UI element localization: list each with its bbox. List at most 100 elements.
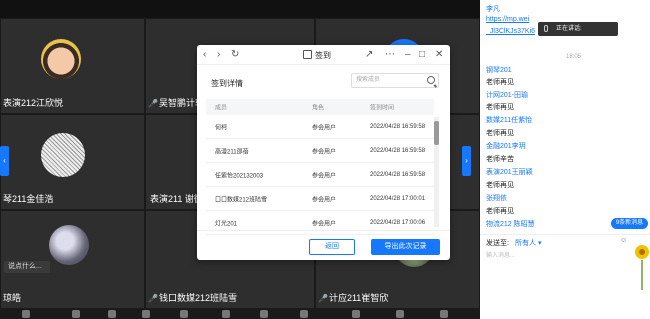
chat-username: 李凡 — [486, 6, 500, 13]
emoji-icon[interactable]: ☺ — [620, 237, 627, 244]
chat-username: 数媒211任紫怡 — [486, 117, 533, 124]
search-icon — [427, 76, 435, 84]
next-page-handle[interactable]: › — [462, 146, 471, 176]
new-messages-badge[interactable]: 9条新消息 — [611, 218, 648, 229]
bottom-toolbar — [0, 309, 480, 319]
chat-username: 钢琴201 — [486, 67, 512, 74]
search-placeholder: 搜索成员 — [356, 77, 381, 83]
top-bar — [0, 0, 480, 18]
member-cell: 任紫怡202132003 — [215, 173, 264, 179]
mic-icon: 🎤 — [148, 99, 158, 108]
member-cell: 灯光201 — [215, 221, 238, 227]
send-to-row: 发送至: 所有人 ▾ ☺ — [480, 234, 650, 248]
chat-username: 计网201-田瑜 — [486, 92, 529, 99]
mic-icon — [544, 25, 548, 32]
mic-icon: 🎤 — [148, 294, 158, 303]
back-icon[interactable]: ‹ — [203, 49, 206, 61]
table-header: 成员 角色 签到时间 — [206, 99, 434, 115]
table-row: 何柯 参会用户 2022/04/28 16:59:58 — [206, 115, 434, 139]
time-cell: 2022/04/28 16:59:58 — [370, 123, 426, 130]
table-row: 高漫211邵蓓 参会用户 2022/04/28 16:59:58 — [206, 139, 434, 163]
more-icon[interactable]: ⋯ — [385, 49, 395, 61]
toolbar-icon[interactable] — [222, 310, 230, 318]
role-cell: 参会用户 — [312, 173, 337, 179]
participant-name: 🎤钱口数媒212班陆雪 — [148, 293, 237, 303]
time-cell: 2022/04/28 16:59:58 — [370, 147, 426, 154]
toolbar-icon[interactable] — [72, 310, 80, 318]
chat-username: 张翔依 — [486, 195, 507, 202]
chat-username: 表演201王丽颖 — [486, 169, 533, 176]
flower-decoration-icon — [635, 245, 649, 290]
video-tile[interactable]: 琴211金佳浩 — [0, 114, 145, 210]
dialog-heading: 签到详情 — [211, 79, 243, 88]
maximize-icon[interactable]: □ — [419, 49, 425, 61]
chat-panel: 李凡 https://mp.wei _Jl3ClKJs37Ki6 正在讲话: 1… — [480, 0, 650, 319]
sign-in-dialog: ‹ › ↻ 签到 ↗ ⋯ – □ ✕ 签到详情 搜索成员 成员 角色 签到时间 … — [197, 45, 450, 260]
avatar — [49, 225, 89, 265]
send-to-label: 发送至: — [486, 240, 509, 247]
return-button[interactable]: 返回 — [309, 239, 355, 255]
column-header-role: 角色 — [312, 105, 325, 112]
speaking-label: 正在讲话: — [556, 26, 582, 32]
dialog-titlebar: ‹ › ↻ 签到 ↗ ⋯ – □ ✕ — [197, 45, 450, 65]
toolbar-icon[interactable] — [108, 310, 116, 318]
toolbar-icon[interactable] — [352, 310, 360, 318]
table-row: 任紫怡202132003 参会用户 2022/04/28 16:59:58 — [206, 163, 434, 187]
video-tile[interactable]: 琼皓 — [0, 210, 145, 309]
table-scrollbar[interactable] — [434, 117, 439, 227]
toolbar-icon[interactable] — [396, 310, 404, 318]
scrollbar-thumb[interactable] — [434, 121, 439, 145]
meeting-app: 表演212江欣悦 🎤吴智鹏计软 琴211金佳浩 表演211 谢微 琼皓 🎤钱口数… — [0, 0, 650, 319]
send-target-select[interactable]: 所有人 ▾ — [515, 238, 541, 248]
participant-name: 🎤吴智鹏计软 — [148, 98, 204, 108]
video-tile[interactable]: 表演212江欣悦 — [0, 18, 145, 114]
chat-message: 老师辛苦 — [486, 156, 514, 163]
chat-link[interactable]: https://mp.wei — [486, 16, 529, 23]
sign-in-table: 成员 角色 签到时间 何柯 参会用户 2022/04/28 16:59:58 高… — [206, 99, 434, 235]
export-record-button[interactable]: 导出此次记录 — [371, 239, 440, 255]
avatar — [41, 39, 81, 79]
chat-message: 老师再见 — [486, 208, 514, 215]
mic-icon: 🎤 — [318, 294, 328, 303]
member-cell: 何柯 — [215, 125, 228, 131]
refresh-icon[interactable]: ↻ — [231, 49, 239, 61]
chat-tip[interactable]: 说点什么... — [4, 261, 50, 273]
role-cell: 参会用户 — [312, 149, 337, 155]
dialog-footer: 返回 导出此次记录 — [197, 230, 450, 260]
chat-message: 老师再见 — [486, 104, 514, 111]
member-search-input[interactable]: 搜索成员 — [351, 73, 439, 88]
participant-name: 🎤计应211崔智欣 — [318, 293, 389, 303]
toolbar-icon[interactable] — [22, 310, 30, 318]
time-cell: 2022/04/28 17:00:06 — [370, 219, 426, 226]
speaking-indicator: 正在讲话: — [538, 22, 618, 36]
chat-message: 老师再见 — [486, 182, 514, 189]
avatar — [41, 133, 85, 177]
participant-name: 琴211金佳浩 — [3, 194, 54, 204]
role-cell: 参会用户 — [312, 197, 337, 203]
chat-link[interactable]: _Jl3ClKJs37Ki6 — [486, 28, 535, 35]
dialog-title: 签到 — [315, 51, 331, 60]
minimize-icon[interactable]: – — [405, 49, 411, 61]
chevron-right-icon: › — [465, 156, 468, 165]
toolbar-icon[interactable] — [260, 310, 268, 318]
chat-username: 物流212 陈昭慧 — [486, 221, 535, 228]
chat-username: 金融201李玥 — [486, 143, 526, 150]
chat-input[interactable]: 输入消息... — [486, 250, 515, 259]
toolbar-icon[interactable] — [142, 310, 150, 318]
prev-page-handle[interactable]: ‹ — [0, 146, 9, 176]
forward-icon[interactable]: › — [217, 49, 220, 61]
toolbar-icon[interactable] — [300, 310, 308, 318]
chat-message: 老师再见 — [486, 79, 514, 86]
chat-message: 老师再见 — [486, 130, 514, 137]
toolbar-icon[interactable] — [180, 310, 188, 318]
close-icon[interactable]: ✕ — [435, 49, 443, 61]
sign-in-icon — [303, 50, 312, 59]
share-icon[interactable]: ↗ — [365, 49, 373, 61]
member-cell: 高漫211邵蓓 — [215, 149, 249, 155]
toolbar-icon[interactable] — [440, 310, 448, 318]
participant-name: 表演211 谢微 — [150, 194, 203, 204]
time-cell: 2022/04/28 17:00:01 — [370, 195, 426, 202]
role-cell: 参会用户 — [312, 125, 337, 131]
time-cell: 2022/04/28 16:59:58 — [370, 171, 426, 178]
column-header-member: 成员 — [215, 105, 228, 112]
